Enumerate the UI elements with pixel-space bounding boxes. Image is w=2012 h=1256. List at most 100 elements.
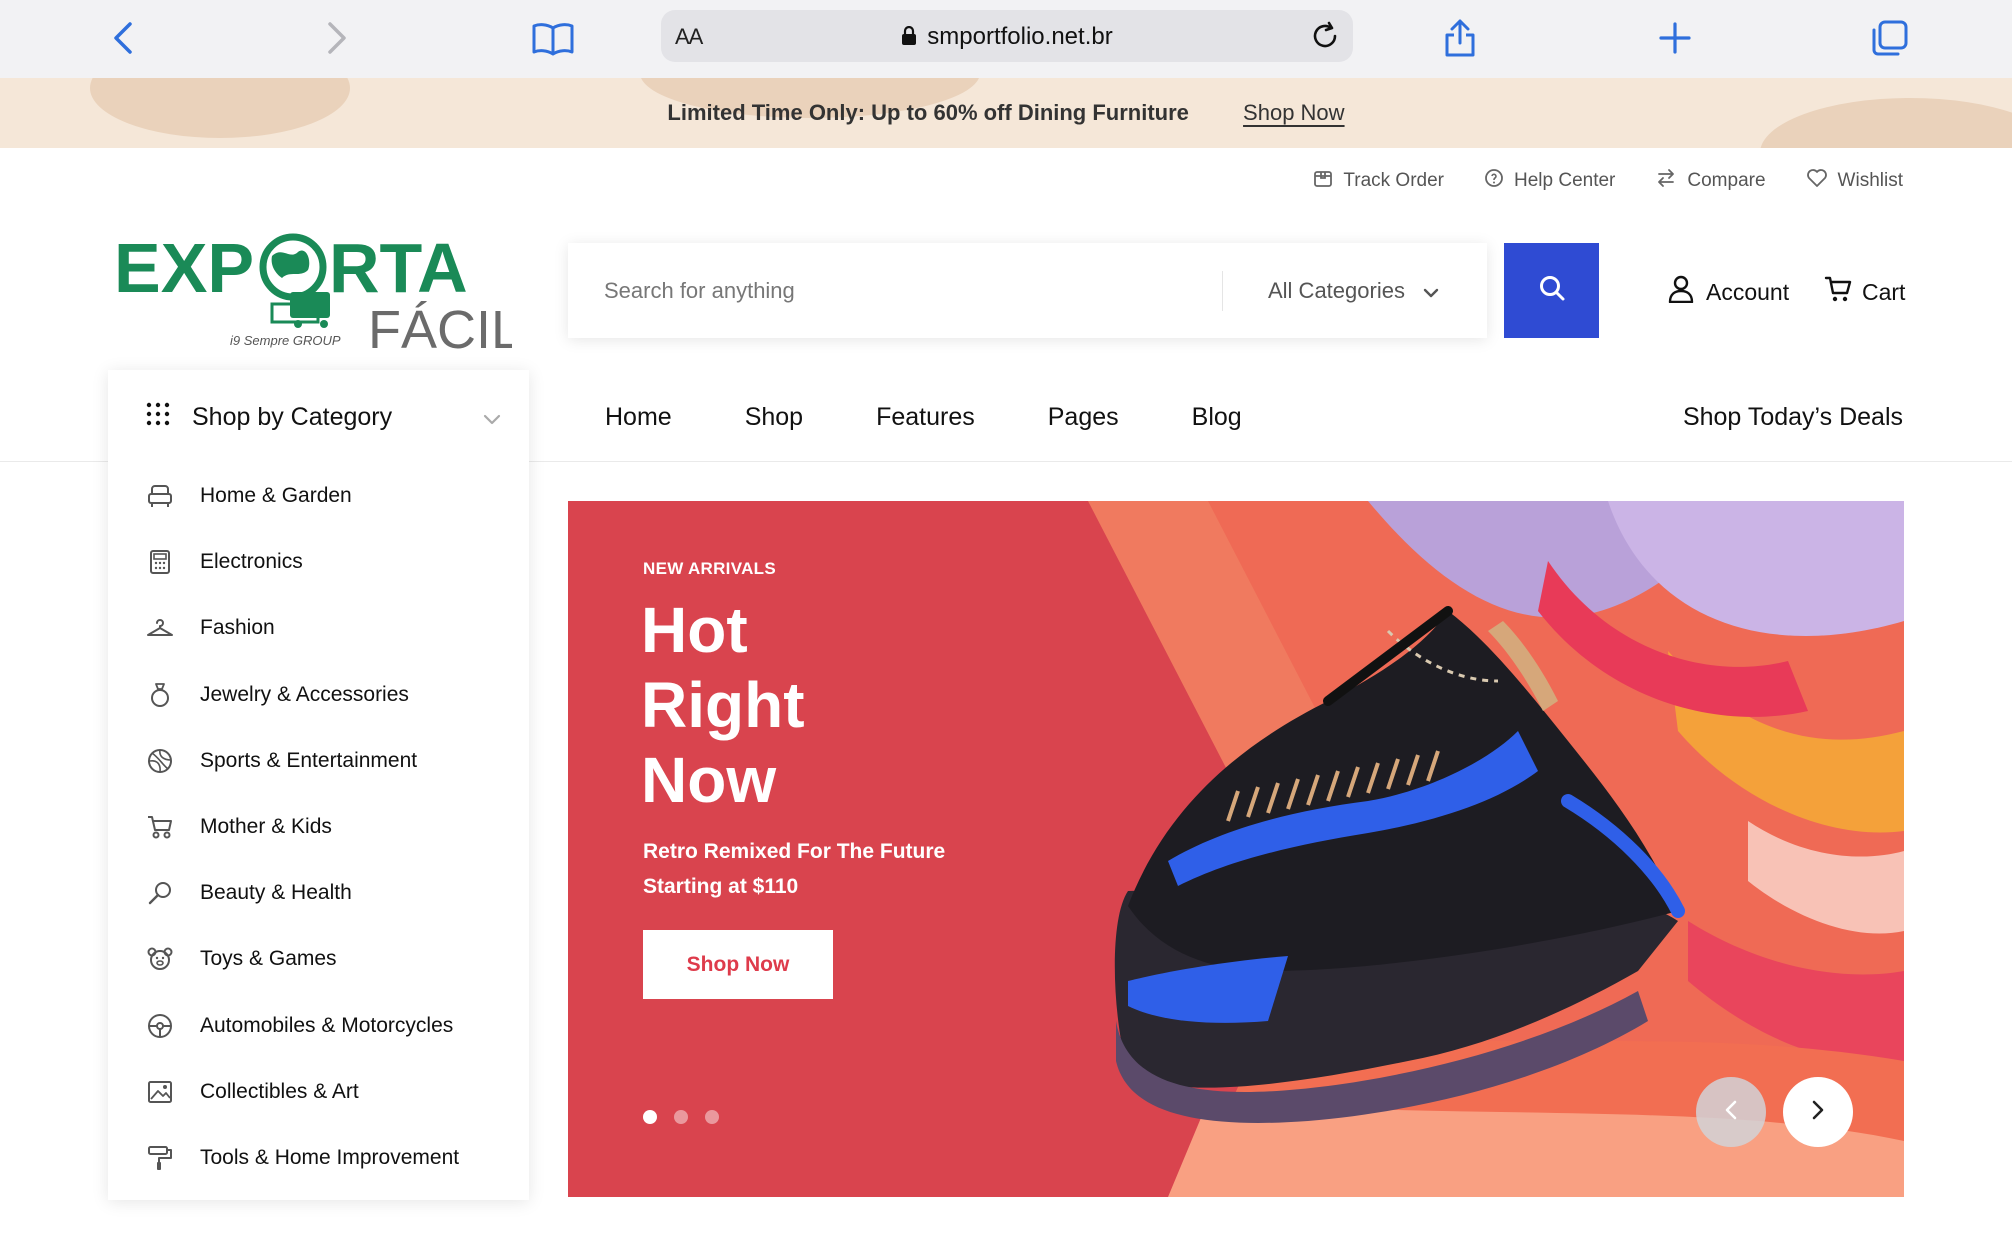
compare-arrows-icon <box>1655 168 1677 194</box>
search-input[interactable] <box>604 243 1184 338</box>
cart-label: Cart <box>1862 278 1906 305</box>
chevron-right-icon <box>1811 1099 1825 1126</box>
track-order-link[interactable]: Track Order <box>1313 168 1444 194</box>
category-list: Home & Garden Electronics Fashion Jewelr… <box>146 463 459 1191</box>
back-icon[interactable] <box>99 14 147 62</box>
nav-blog[interactable]: Blog <box>1192 403 1242 432</box>
search-divider <box>1222 271 1223 311</box>
hero-title-line: Right <box>641 669 805 741</box>
teddy-bear-icon <box>146 945 174 973</box>
chevron-left-icon <box>1724 1099 1738 1126</box>
logo-text-left: EXP <box>114 229 254 307</box>
track-order-label: Track Order <box>1343 170 1444 191</box>
category-sidebar: Shop by Category Home & Garden Electroni… <box>108 370 529 1200</box>
hero-subtitle-line: Starting at $110 <box>643 875 799 898</box>
account-link[interactable]: Account <box>1668 275 1789 309</box>
promo-text: Limited Time Only: Up to 60% off Dining … <box>667 100 1189 125</box>
tabs-overview-icon[interactable] <box>1866 14 1914 62</box>
todays-deals-link[interactable]: Shop Today’s Deals <box>1683 403 1903 432</box>
cart-icon <box>1824 275 1852 309</box>
main-nav: Home Shop Features Pages Blog <box>605 403 1242 432</box>
user-icon <box>1668 275 1694 309</box>
nav-home[interactable]: Home <box>605 403 672 432</box>
logo-tagline: i9 Sempre GROUP <box>230 333 341 348</box>
nav-pages[interactable]: Pages <box>1048 403 1119 432</box>
hero-subtitle-line: Retro Remixed For The Future <box>643 840 946 863</box>
category-label: Beauty & Health <box>200 881 352 905</box>
category-label: Fashion <box>200 616 275 640</box>
category-label: Automobiles & Motorcycles <box>200 1013 454 1037</box>
hero-shop-now-button[interactable]: Shop Now <box>643 930 833 999</box>
category-item[interactable]: Beauty & Health <box>146 860 459 926</box>
armchair-icon <box>146 482 174 510</box>
wishlist-link[interactable]: Wishlist <box>1806 168 1903 194</box>
reload-icon[interactable] <box>1307 18 1343 59</box>
category-select-label: All Categories <box>1268 278 1405 303</box>
picture-icon <box>146 1078 174 1106</box>
lock-icon <box>901 25 917 53</box>
slider-dots <box>643 1110 719 1124</box>
category-label: Sports & Entertainment <box>200 748 418 772</box>
new-tab-icon[interactable] <box>1651 14 1699 62</box>
hero-subtitle: Retro Remixed For The Future Starting at… <box>643 834 983 904</box>
category-item[interactable]: Sports & Entertainment <box>146 728 459 794</box>
mirror-icon <box>146 879 174 907</box>
category-item[interactable]: Toys & Games <box>146 926 459 992</box>
slider-next-button[interactable] <box>1783 1077 1853 1147</box>
hero-title-line: Now <box>641 744 777 816</box>
hero-title: Hot Right Now <box>641 593 941 818</box>
logo-text-right: RTA <box>329 229 468 307</box>
slider-dot[interactable] <box>705 1110 719 1124</box>
category-item[interactable]: Jewelry & Accessories <box>146 662 459 728</box>
search-bar: All Categories <box>568 243 1487 338</box>
wishlist-label: Wishlist <box>1837 170 1903 191</box>
heart-icon <box>1806 168 1828 194</box>
hero-title-line: Hot <box>641 594 748 666</box>
compare-label: Compare <box>1687 170 1766 191</box>
ring-icon <box>146 681 174 709</box>
cart-link[interactable]: Cart <box>1824 275 1905 309</box>
forward-icon[interactable] <box>313 14 361 62</box>
category-select[interactable]: All Categories <box>1268 278 1439 304</box>
category-item[interactable]: Mother & Kids <box>146 794 459 860</box>
ball-icon <box>146 747 174 775</box>
category-item[interactable]: Automobiles & Motorcycles <box>146 993 459 1059</box>
help-circle-icon <box>1484 168 1504 194</box>
category-item[interactable]: Home & Garden <box>146 463 459 529</box>
search-button[interactable] <box>1504 243 1599 338</box>
nav-features[interactable]: Features <box>876 403 975 432</box>
slider-prev-button[interactable] <box>1696 1077 1766 1147</box>
calculator-icon <box>146 548 174 576</box>
slider-dot[interactable] <box>674 1110 688 1124</box>
promo-shop-now-link[interactable]: Shop Now <box>1243 100 1345 125</box>
stroller-icon <box>146 813 174 841</box>
url-text: smportfolio.net.br <box>927 23 1113 50</box>
category-label: Home & Garden <box>200 484 352 508</box>
category-item[interactable]: Tools & Home Improvement <box>146 1125 459 1191</box>
category-item[interactable]: Collectibles & Art <box>146 1059 459 1125</box>
search-icon <box>1538 274 1566 307</box>
address-bar[interactable]: AA smportfolio.net.br <box>661 10 1353 62</box>
category-label: Electronics <box>200 550 303 574</box>
site-logo[interactable]: EXP RTA FÁCIL i9 Sempre GROUP <box>112 226 521 360</box>
slider-dot[interactable] <box>643 1110 657 1124</box>
shop-by-category-toggle[interactable]: Shop by Category <box>146 402 501 433</box>
category-label: Jewelry & Accessories <box>200 682 409 706</box>
browser-toolbar: AA smportfolio.net.br <box>0 0 2012 78</box>
compare-link[interactable]: Compare <box>1655 168 1766 194</box>
hanger-icon <box>146 614 174 642</box>
help-center-link[interactable]: Help Center <box>1484 168 1615 194</box>
url-display[interactable]: smportfolio.net.br <box>661 23 1353 53</box>
chevron-down-icon <box>483 403 501 432</box>
nav-shop[interactable]: Shop <box>745 403 803 432</box>
bookmarks-icon[interactable] <box>529 14 577 62</box>
category-item[interactable]: Fashion <box>146 595 459 661</box>
account-label: Account <box>1706 278 1790 305</box>
category-item[interactable]: Electronics <box>146 529 459 595</box>
top-links: Track Order Help Center Compare Wishlist <box>1313 168 1903 194</box>
category-label: Mother & Kids <box>200 815 332 839</box>
logo-text-bottom: FÁCIL <box>368 300 512 356</box>
grid-icon <box>146 402 170 433</box>
help-center-label: Help Center <box>1514 170 1616 191</box>
share-icon[interactable] <box>1436 14 1484 62</box>
